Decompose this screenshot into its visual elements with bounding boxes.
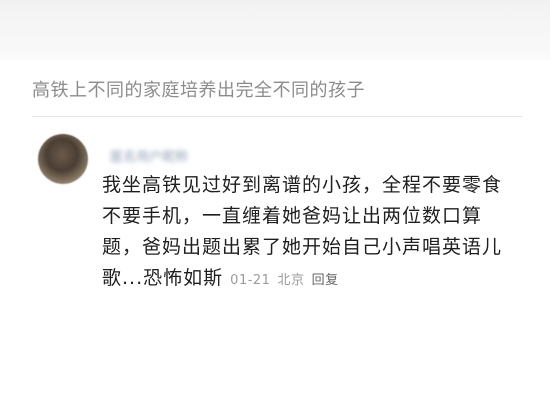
user-avatar[interactable]	[38, 134, 88, 184]
comment-line: 我坐高铁见过好到离谱的小孩，全程不要零食	[102, 174, 503, 196]
divider	[32, 116, 522, 117]
comment-location: 北京	[277, 273, 305, 288]
comment-line-text: 歌...恐怖如斯	[102, 267, 224, 289]
comment-date: 01-21	[230, 273, 271, 288]
post-title: 高铁上不同的家庭培养出完全不同的孩子	[32, 80, 365, 101]
comment-line-last: 歌...恐怖如斯 01-21 北京 回复	[102, 263, 522, 296]
comment-line: 不要手机，一直缠着她爸妈让出两位数口算	[102, 205, 483, 227]
post-page: 高铁上不同的家庭培养出完全不同的孩子 匿名用户昵称 我坐高铁见过好到离谱的小孩，…	[0, 0, 550, 407]
comment-username[interactable]: 匿名用户昵称	[110, 146, 188, 165]
comment-line: 题，爸妈出题出累了她开始自己小声唱英语儿	[102, 236, 503, 258]
comment-body: 我坐高铁见过好到离谱的小孩，全程不要零食 不要手机，一直缠着她爸妈让出两位数口算…	[102, 170, 522, 296]
top-band	[0, 0, 550, 60]
comment-item: 匿名用户昵称 我坐高铁见过好到离谱的小孩，全程不要零食 不要手机，一直缠着她爸妈…	[0, 124, 550, 407]
reply-button[interactable]: 回复	[312, 273, 339, 288]
